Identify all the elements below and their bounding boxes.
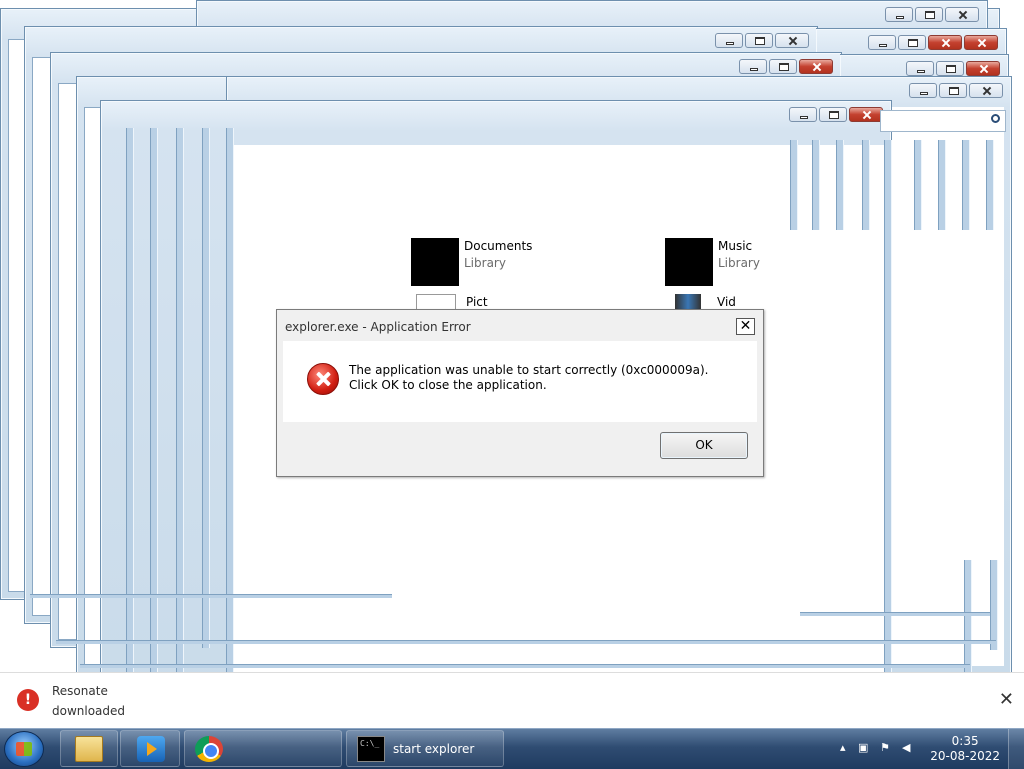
windows-start-icon[interactable] [4,731,44,767]
taskbar-cmd-label: start explorer [393,742,475,756]
frame-line [80,664,970,668]
application-error-dialog: explorer.exe - Application Error ✕ The a… [276,309,764,477]
maximize-button[interactable] [936,61,964,76]
maximize-button[interactable] [819,107,847,122]
maximize-button[interactable] [745,33,773,48]
library-name: Documents [464,239,533,253]
close-button[interactable] [969,83,1003,98]
frame-strip [226,128,234,673]
notification-close-button[interactable]: ✕ [999,689,1014,710]
action-center-icon[interactable]: ⚑ [880,741,895,756]
minimize-button[interactable] [868,35,896,50]
clock-time: 0:35 [951,734,979,748]
maximize-button[interactable] [898,35,926,50]
error-message: The application was unable to start corr… [349,363,709,392]
frame-strip [836,140,844,230]
frame-line [800,612,990,616]
minimize-button[interactable] [885,7,913,22]
clock-date: 20-08-2022 [930,749,1000,763]
maximize-button[interactable] [915,7,943,22]
minimize-button[interactable] [789,107,817,122]
system-tray: ▴ ▣ ⚑ ◀ 0:35 20-08-2022 [834,729,1024,769]
notification-line-1: Resonate [52,684,108,698]
dialog-close-button[interactable]: ✕ [736,318,755,335]
library-documents[interactable]: Documents Library [411,238,532,286]
taskbar-chrome-button[interactable] [184,730,342,767]
notification-line-2: downloaded [52,704,126,718]
library-name: Music [718,239,753,253]
close-button[interactable] [945,7,979,22]
maximize-button[interactable] [939,83,967,98]
library-type: Library [718,256,760,270]
frame-strip [150,128,158,718]
explorer-window-2 [196,0,988,29]
frame-strip [990,560,998,650]
close-button[interactable] [966,61,1000,76]
minimize-button[interactable] [739,59,767,74]
frame-strip [862,140,870,230]
ok-button[interactable]: OK [660,432,748,459]
folder-icon [75,736,103,762]
close-button[interactable] [964,35,998,50]
clock[interactable]: 0:35 20-08-2022 [930,734,1000,764]
error-icon [307,363,339,395]
show-hidden-icons-icon[interactable]: ▴ [840,741,855,756]
taskbar-cmd-button[interactable]: start explorer [346,730,504,767]
library-type: Library [464,256,506,270]
download-notification: ! Resonate downloaded ✕ [0,672,1024,729]
chrome-icon [195,736,223,762]
dialog-title: explorer.exe - Application Error [285,320,471,334]
frame-strip [176,128,184,718]
volume-icon[interactable]: ◀ [902,741,917,756]
music-library-icon [665,238,713,286]
frame-strip [202,128,210,648]
frame-line [56,640,996,644]
search-box[interactable] [880,110,1006,132]
warning-icon: ! [17,689,39,711]
media-player-icon [137,736,165,762]
minimize-button[interactable] [906,61,934,76]
frame-strip [790,140,798,230]
frame-strip [938,140,946,230]
frame-line [30,594,392,598]
dialog-body: The application was unable to start corr… [283,341,757,422]
search-icon [991,114,1000,123]
maximize-button[interactable] [769,59,797,74]
documents-library-icon [411,238,459,286]
frame-strip [884,140,892,700]
show-desktop-button[interactable] [1008,729,1024,769]
videos-library-icon [675,294,701,310]
library-music[interactable]: Music Library [665,238,760,286]
taskbar-explorer-button[interactable] [60,730,118,767]
close-button[interactable] [928,35,962,50]
frame-strip [914,140,922,230]
frame-strip [986,140,994,230]
network-icon[interactable]: ▣ [858,741,873,756]
cmd-icon [357,736,385,762]
minimize-button[interactable] [909,83,937,98]
taskbar-media-player-button[interactable] [120,730,180,767]
frame-strip [126,128,134,718]
close-button[interactable] [799,59,833,74]
minimize-button[interactable] [715,33,743,48]
close-button[interactable] [849,107,883,122]
close-button[interactable] [775,33,809,48]
taskbar: start explorer ▴ ▣ ⚑ ◀ 0:35 20-08-2022 [0,728,1024,769]
frame-strip [962,140,970,230]
frame-strip [812,140,820,230]
